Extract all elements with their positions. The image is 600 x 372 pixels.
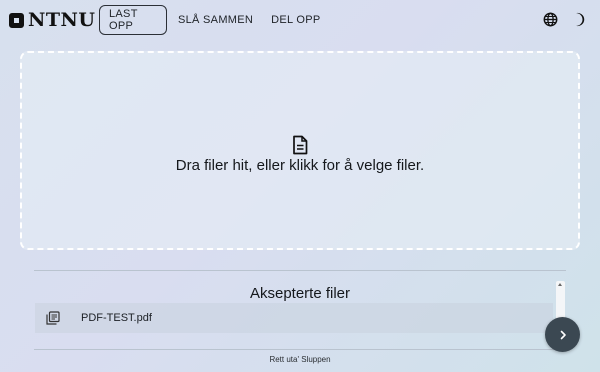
file-stack-icon: [46, 311, 60, 325]
divider: [34, 270, 566, 271]
dropzone-text: Dra filer hit, eller klikk for å velge f…: [175, 157, 425, 174]
divider: [34, 349, 566, 350]
file-name: PDF-TEST.pdf: [81, 312, 152, 324]
document-icon: [293, 135, 308, 155]
nav-split[interactable]: DEL OPP: [262, 5, 329, 35]
chevron-right-icon: [560, 330, 566, 339]
nav-upload[interactable]: LAST OPP: [99, 5, 167, 35]
globe-icon[interactable]: [543, 12, 558, 27]
top-bar: NTNU LAST OPP SLÅ SAMMEN DEL OPP: [0, 0, 600, 40]
scroll-up-arrow-icon[interactable]: [558, 283, 562, 286]
main-nav: LAST OPP SLÅ SAMMEN DEL OPP: [99, 5, 330, 35]
footer-text: Rett uta' Sluppen: [269, 355, 331, 364]
next-button[interactable]: [545, 317, 580, 352]
moon-icon[interactable]: [571, 12, 585, 27]
brand-name: NTNU: [28, 9, 96, 31]
file-dropzone[interactable]: Dra filer hit, eller klikk for å velge f…: [20, 51, 580, 250]
nav-merge[interactable]: SLÅ SAMMEN: [169, 5, 262, 35]
accepted-files-title: Aksepterte filer: [249, 285, 351, 302]
logo[interactable]: NTNU: [9, 9, 95, 31]
file-list-item[interactable]: PDF-TEST.pdf: [35, 303, 553, 333]
logo-icon: [9, 12, 24, 28]
